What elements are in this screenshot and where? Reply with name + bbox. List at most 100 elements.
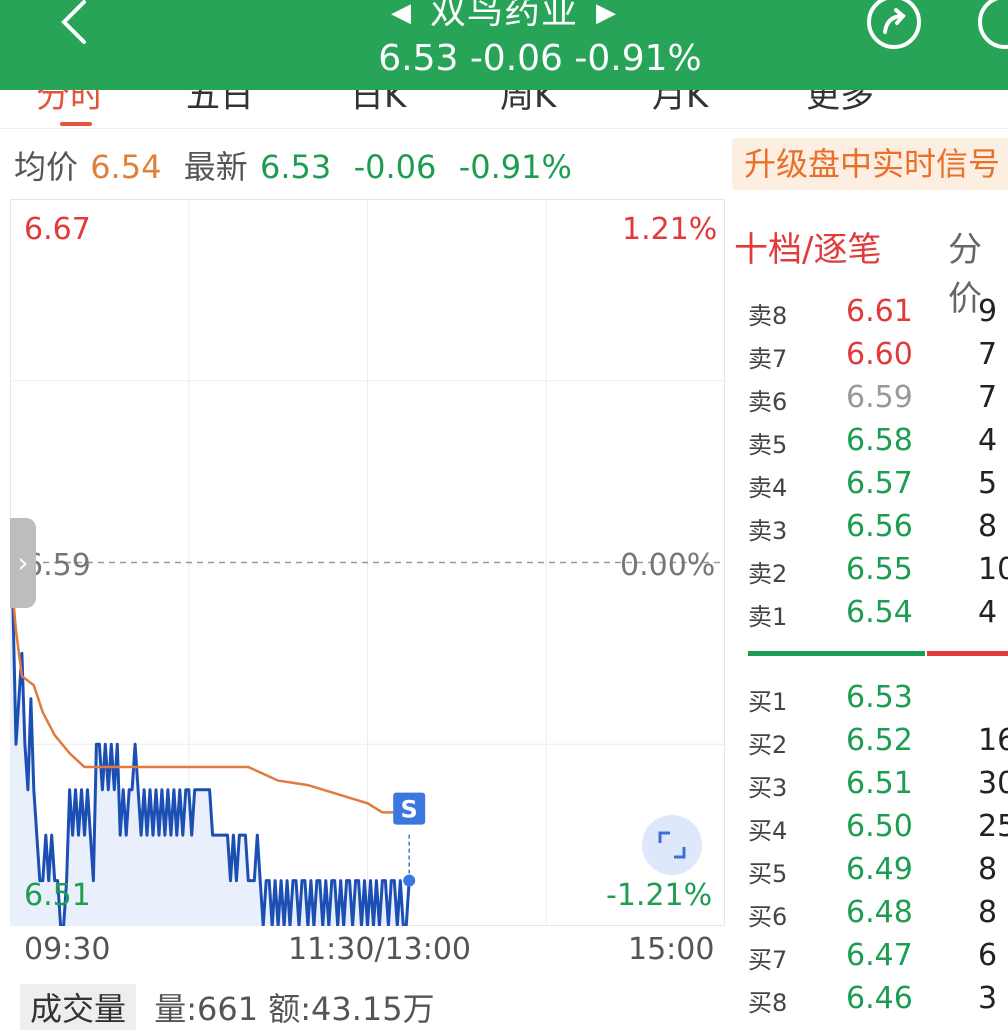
order-level-label: 卖1	[748, 603, 788, 631]
y-bottom-price: 6.51	[24, 878, 91, 913]
order-level-label: 卖4	[748, 474, 788, 502]
order-level-volume: 25	[978, 809, 1008, 844]
bid-row[interactable]: 买4 6.50 25	[748, 809, 1008, 849]
order-level-price: 6.55	[846, 552, 913, 587]
ask-row[interactable]: 卖6 6.59 7	[748, 380, 1008, 420]
bid-row[interactable]: 买5 6.49 8	[748, 852, 1008, 892]
order-level-label: 买6	[748, 903, 788, 931]
order-level-volume: 7	[978, 337, 998, 372]
next-stock-icon[interactable]: ▶	[596, 0, 617, 28]
order-level-label: 买4	[748, 817, 788, 845]
ask-row[interactable]: 卖3 6.56 8	[748, 509, 1008, 549]
y-top-pct: 1.21%	[622, 212, 718, 247]
order-level-volume: 8	[978, 509, 998, 544]
order-level-price: 6.61	[846, 294, 913, 329]
x-label-open: 09:30	[24, 932, 111, 967]
order-level-label: 买5	[748, 860, 788, 888]
bid-row[interactable]: 买7 6.47 6	[748, 938, 1008, 978]
y-bottom-pct: -1.21%	[606, 878, 713, 913]
order-level-volume: 6	[978, 938, 998, 973]
order-level-volume: 16	[978, 723, 1008, 758]
ask-row[interactable]: 卖7 6.60 7	[748, 337, 1008, 377]
change-pct: -0.91%	[458, 148, 572, 186]
upgrade-banner[interactable]: 升级盘中实时信号	[732, 138, 1008, 190]
order-level-price: 6.60	[846, 337, 913, 372]
ask-row[interactable]: 卖5 6.58 4	[748, 423, 1008, 463]
y-top-price: 6.67	[24, 212, 91, 247]
expand-chart-button[interactable]	[642, 815, 702, 875]
tab-day-k[interactable]: 日K	[350, 90, 406, 117]
order-level-label: 卖5	[748, 431, 788, 459]
order-level-price: 6.49	[846, 852, 913, 887]
order-level-volume: 10	[978, 552, 1008, 587]
bid-row[interactable]: 买3 6.51 30	[748, 766, 1008, 806]
order-level-volume: 4	[978, 595, 998, 630]
fullscreen-icon	[658, 831, 686, 859]
order-level-volume: 4	[978, 423, 998, 458]
order-level-label: 卖3	[748, 517, 788, 545]
stock-name: 双鸟药业	[429, 0, 578, 32]
order-level-label: 买1	[748, 688, 788, 716]
y-mid-pct: 0.00%	[620, 548, 716, 583]
chart-tabs: 分时 五日 日K 周K 月K 更多	[0, 90, 1008, 129]
order-level-price: 6.50	[846, 809, 913, 844]
avg-value: 6.54	[90, 148, 162, 186]
buy-sell-ratio-bar	[748, 651, 1008, 656]
bid-row[interactable]: 买8 6.46 3	[748, 981, 1008, 1021]
order-level-price: 6.53	[846, 680, 913, 715]
order-level-price: 6.54	[846, 595, 913, 630]
order-level-volume: 30	[978, 766, 1008, 801]
intraday-chart[interactable]: S	[10, 199, 725, 926]
order-level-volume: 8	[978, 852, 998, 887]
tab-timeshare[interactable]: 分时	[36, 90, 104, 117]
refresh-icon[interactable]	[865, 0, 923, 52]
signal-badge-label: S	[401, 796, 418, 824]
stock-quote: 6.53 -0.06 -0.91%	[378, 38, 702, 79]
price-info-row: 均价 6.54 最新 6.53 -0.06 -0.91%	[14, 142, 574, 188]
order-level-price: 6.57	[846, 466, 913, 501]
x-label-close: 15:00	[628, 932, 715, 967]
order-level-price: 6.52	[846, 723, 913, 758]
order-level-price: 6.59	[846, 380, 913, 415]
bid-row[interactable]: 买2 6.52 16	[748, 723, 1008, 763]
ask-row[interactable]: 卖2 6.55 10	[748, 552, 1008, 592]
bid-row[interactable]: 买1 6.53	[748, 680, 1008, 720]
ask-row[interactable]: 卖1 6.54 4	[748, 595, 1008, 635]
avg-label: 均价	[14, 148, 79, 186]
order-level-label: 卖8	[748, 302, 788, 330]
ask-row[interactable]: 卖8 6.61 9	[748, 294, 1008, 334]
sidebar-toggle-icon[interactable]: ›	[10, 518, 36, 608]
stock-title-row: ◀ 双鸟药业 ▶	[0, 0, 1008, 34]
more-icon[interactable]	[975, 0, 1008, 52]
volume-tab[interactable]: 成交量	[20, 984, 137, 1030]
order-level-label: 卖7	[748, 345, 788, 373]
order-level-label: 买2	[748, 731, 788, 759]
order-level-volume: 9	[978, 294, 998, 329]
order-level-label: 买7	[748, 946, 788, 974]
last-price-dot	[403, 874, 416, 887]
tab-order-book[interactable]: 十档/逐笔	[734, 222, 881, 271]
tab-month-k[interactable]: 月K	[652, 90, 708, 117]
volume-row: 成交量 量:661 额:43.15万	[20, 984, 435, 1030]
tab-five-day[interactable]: 五日	[186, 90, 254, 117]
order-level-volume: 3	[978, 981, 998, 1016]
order-level-price: 6.47	[846, 938, 913, 973]
order-level-volume: 7	[978, 380, 998, 415]
order-level-volume: 8	[978, 895, 998, 930]
prev-stock-icon[interactable]: ◀	[391, 0, 412, 28]
latest-value: 6.53	[259, 148, 332, 186]
tab-week-k[interactable]: 周K	[500, 90, 556, 117]
bid-row[interactable]: 买6 6.48 8	[748, 895, 1008, 935]
order-level-price: 6.48	[846, 895, 913, 930]
order-level-label: 买8	[748, 989, 788, 1017]
ask-row[interactable]: 卖4 6.57 5	[748, 466, 1008, 506]
order-level-label: 卖2	[748, 560, 788, 588]
tab-more[interactable]: 更多	[806, 90, 874, 117]
x-label-noon: 11:30/13:00	[288, 932, 472, 967]
order-level-volume: 5	[978, 466, 998, 501]
order-level-label: 买3	[748, 774, 788, 802]
change-value: -0.06	[353, 148, 437, 186]
latest-label: 最新	[183, 148, 248, 186]
order-level-price: 6.51	[846, 766, 913, 801]
app-header: ◀ 双鸟药业 ▶ 6.53 -0.06 -0.91%	[0, 0, 1008, 90]
